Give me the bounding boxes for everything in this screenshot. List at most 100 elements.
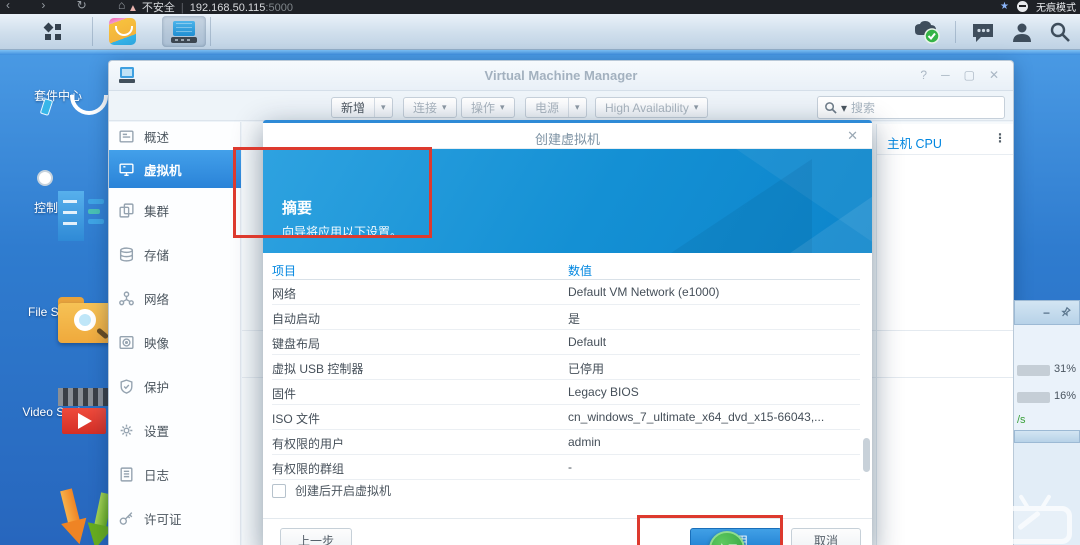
widget-header-2[interactable] [1014,430,1080,443]
host-cpu-divider [877,154,1013,155]
sidebar-item-cluster[interactable]: 集群 [109,188,241,232]
sidebar-item-label: 概述 [144,130,170,145]
sidebar-item-storage[interactable]: 存储 [109,232,241,276]
summary-table-header: 项目 数值 [272,260,860,280]
checkbox-label: 创建后开启虚拟机 [295,484,392,498]
tv-mascot-watermark [1000,494,1074,545]
sidebar-item-settings[interactable]: 设置 [109,408,241,452]
checkbox[interactable] [272,483,286,498]
desktop-icon-download-station[interactable] [8,478,114,545]
annotation-box-apply [637,515,783,545]
search-box[interactable]: ▾ [817,96,1005,119]
widget-minimize-icon[interactable]: − [1043,306,1050,320]
high-availability-button[interactable]: High Availability ▾ [595,97,709,118]
sidebar-item-license[interactable]: 许可证 [109,496,241,540]
table-row: ISO 文件 cn_windows_7_ultimate_x64_dvd_x15… [272,405,860,430]
add-dropdown-arrow[interactable]: ▾ [374,98,392,117]
desktop-icon-file-station[interactable]: File Station [8,286,116,343]
storage-icon [119,246,134,262]
summary-table: 项目 数值 网络 Default VM Network (e1000) 自动启动… [272,260,860,480]
license-key-icon [119,511,133,525]
sidebar-item-virtual-machine[interactable]: 虚拟机 [109,150,241,188]
address-divider: | [180,2,184,14]
vmm-icon [171,20,197,43]
row-label: 有权限的群组 [272,462,345,476]
address-bar[interactable]: ▲ 不安全 | 192.168.50.115:5000 [128,0,293,15]
logs-icon [120,466,133,482]
taskbar-app-vmm[interactable] [162,16,206,47]
desktop-icon-control-panel[interactable]: 控制面板 [8,170,108,241]
user-options-icon[interactable] [1010,20,1034,44]
table-scrollbar-thumb[interactable] [863,438,870,472]
browser-nav-icons[interactable]: ‹ › ↻ ⌂ [6,0,139,12]
incognito-label: 无痕模式 [1036,3,1076,14]
vmm-titlebar[interactable]: Virtual Machine Manager ? ─ ▢ ✕ [109,61,1013,91]
power-dropdown-arrow[interactable]: ▾ [568,98,586,117]
browser-bar: ‹ › ↻ ⌂ ▲ 不安全 | 192.168.50.115:5000 ★ 无痕模式 [0,0,1080,14]
widget-pin-icon[interactable] [1058,305,1073,320]
table-row: 有权限的用户 admin [272,430,860,455]
search-icon[interactable] [1048,20,1072,44]
table-row: 虚拟 USB 控制器 已停用 [272,355,860,380]
table-row: 有权限的群组 - [272,455,860,480]
sidebar-item-protection[interactable]: 保护 [109,364,241,408]
widget-header[interactable]: − [1014,300,1080,325]
sidebar-item-image[interactable]: 映像 [109,320,241,364]
host-cpu-title: 主机 CPU [887,137,942,151]
vmm-toolbar: 新增 ▾ 连接 ▾ 操作 ▾ 电源 ▾ High Availability ▾ ▾ [109,91,1013,121]
row-label: 网络 [272,287,297,301]
row-value: - [568,460,572,474]
taskbar-divider [92,17,93,46]
host-cpu-row-line [877,330,1013,331]
close-icon[interactable]: ✕ [989,68,999,82]
main-menu-button[interactable] [18,14,88,49]
table-row: 自动启动 是 [272,305,860,330]
incognito-icon [1017,1,1028,12]
notifications-icon[interactable] [970,20,996,44]
desktop-icon-video-station[interactable]: Video Station [8,386,110,434]
action-button[interactable]: 操作 ▾ [461,97,515,118]
sidebar-item-label: 日志 [144,468,170,483]
dialog-titlebar[interactable]: 创建虚拟机 ✕ [263,123,872,149]
sidebar-item-logs[interactable]: 日志 [109,452,241,496]
row-label: 有权限的用户 [272,437,345,451]
power-button[interactable]: 电源 ▾ [525,97,587,118]
sidebar-item-label: 存储 [144,248,170,263]
table-row: 键盘布局 Default [272,330,860,355]
connect-button[interactable]: 连接 ▾ [403,97,457,118]
sidebar-item-network[interactable]: 网络 [109,276,241,320]
overview-icon [119,129,134,143]
sidebar-item-label: 虚拟机 [144,163,182,178]
virtual-machine-icon [119,162,134,176]
desktop-icon-package-center[interactable]: 套件中心 [8,68,108,116]
sidebar-item-label: 网络 [144,292,170,307]
cancel-button[interactable]: 取消 [791,528,861,545]
warning-icon: ▲ [128,3,138,14]
maximize-icon[interactable]: ▢ [964,68,975,82]
help-icon[interactable]: ? [920,68,927,82]
taskbar-app-package-center[interactable] [100,16,144,47]
sidebar-item-overview[interactable]: 概述 [109,122,241,150]
row-label: 键盘布局 [272,337,321,351]
search-input[interactable] [851,100,998,115]
quickconnect-status-icon[interactable] [911,20,941,44]
column-header-value: 数值 [568,264,593,278]
connect-dropdown-arrow: ▾ [442,102,447,112]
minimize-icon[interactable]: ─ [941,68,950,82]
row-label: 虚拟 USB 控制器 [272,362,364,376]
host-cpu-menu-icon[interactable]: ⋮ [994,131,1006,145]
back-button[interactable]: 上一步 [280,528,352,545]
add-button[interactable]: 新增 ▾ [331,97,393,118]
bookmark-star-icon[interactable]: ★ [1000,1,1009,12]
settings-gear-icon [120,424,133,436]
annotation-box-summary [233,147,432,238]
sidebar-item-label: 许可证 [144,512,182,527]
search-filter-arrow[interactable]: ▾ [841,101,847,115]
dialog-close-icon[interactable]: ✕ [847,128,858,144]
sidebar-item-label: 集群 [144,204,170,219]
protection-icon [120,378,133,394]
cluster-icon [119,202,134,218]
sidebar-item-label: 保护 [144,380,170,395]
host-cpu-row-line [877,377,1013,378]
power-on-checkbox-row[interactable]: 创建后开启虚拟机 [272,482,391,499]
